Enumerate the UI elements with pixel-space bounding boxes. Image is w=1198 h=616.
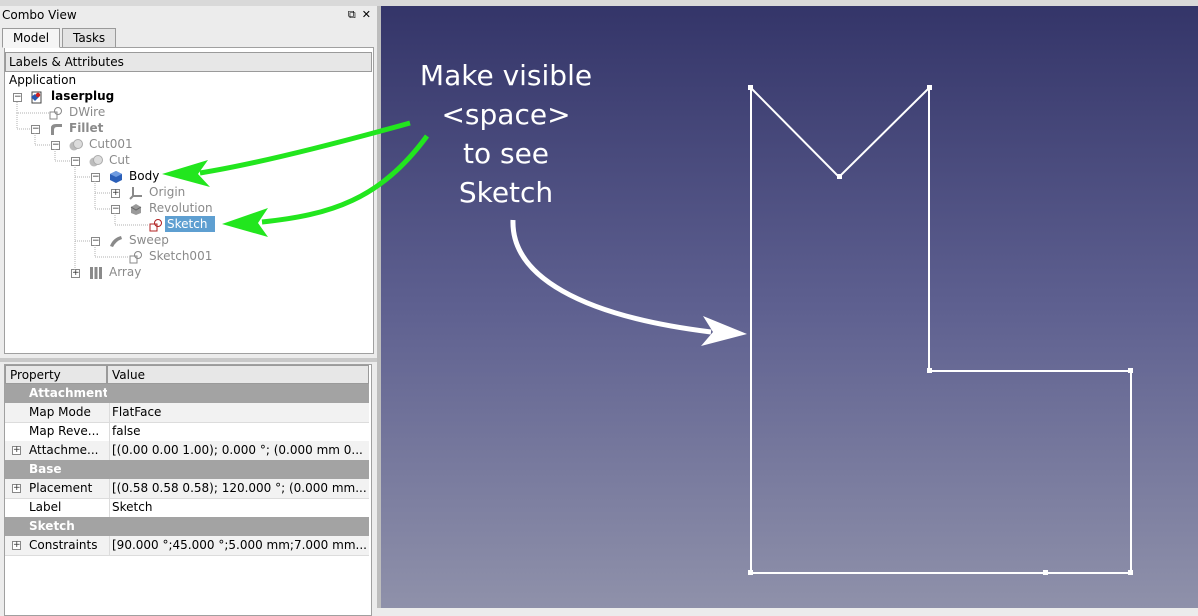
tab-model[interactable]: Model: [2, 28, 61, 48]
green-arrow-to-sketch: [261, 134, 430, 225]
green-arrow-to-body: [199, 120, 411, 176]
green-arrow-head: [222, 208, 268, 237]
green-arrows: [162, 120, 430, 237]
